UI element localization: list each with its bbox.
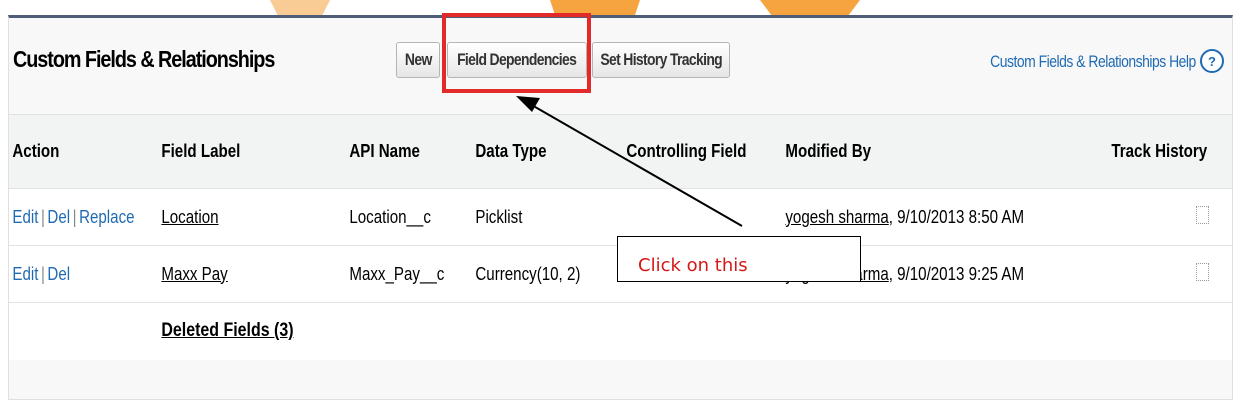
help-icon[interactable]: ? <box>1200 49 1224 73</box>
replace-link[interactable]: Replace <box>79 207 134 227</box>
table-header-row: Action Field Label API Name Data Type Co… <box>9 114 1232 189</box>
track-history-cell <box>1107 188 1232 246</box>
field-label-cell: Maxx Pay <box>158 245 347 303</box>
new-button[interactable]: New <box>396 42 440 78</box>
column-header-api-name[interactable]: API Name <box>346 114 473 189</box>
field-dependencies-highlight-box <box>442 13 591 93</box>
track-history-checkbox[interactable] <box>1195 205 1209 224</box>
modified-by-time: , 9/10/2013 8:50 AM <box>889 206 1025 227</box>
set-history-tracking-button[interactable]: Set History Tracking <box>592 42 730 78</box>
field-label-link[interactable]: Location <box>162 207 219 227</box>
field-label-cell: Location <box>158 188 347 246</box>
delete-link[interactable]: Del <box>47 264 70 284</box>
action-cell: Edit | Del | Replace <box>9 188 159 246</box>
deleted-fields-link[interactable]: Deleted Fields (3) <box>162 320 294 341</box>
column-header-modified-by[interactable]: Modified By <box>782 114 1108 189</box>
help-link[interactable]: Custom Fields & Relationships Help <box>990 52 1196 72</box>
data-type-cell: Picklist <box>472 188 624 246</box>
deleted-fields-row: Deleted Fields (3) <box>9 302 1232 360</box>
annotation-callout: Click on this <box>617 236 861 282</box>
column-header-action[interactable]: Action <box>9 114 159 189</box>
edit-link[interactable]: Edit <box>12 207 38 227</box>
column-header-field-label[interactable]: Field Label <box>158 114 347 189</box>
deleted-fields-cell: Deleted Fields (3) <box>158 302 1232 360</box>
field-label-link[interactable]: Maxx Pay <box>162 264 228 284</box>
section-header: Custom Fields & Relationships New Field … <box>9 13 1232 116</box>
edit-link[interactable]: Edit <box>12 264 38 284</box>
track-history-checkbox[interactable] <box>1195 262 1209 281</box>
api-name-cell: Maxx_Pay__c <box>346 245 473 303</box>
data-type-cell: Currency(10, 2) <box>472 245 624 303</box>
modified-by-time: , 9/10/2013 9:25 AM <box>889 263 1025 284</box>
section-title: Custom Fields & Relationships <box>13 46 275 72</box>
modified-by-user-link[interactable]: yogesh sharma <box>786 207 889 227</box>
column-header-data-type[interactable]: Data Type <box>472 114 624 189</box>
action-cell: Edit | Del <box>9 245 159 303</box>
column-header-track-history[interactable]: Track History <box>1107 114 1232 189</box>
delete-link[interactable]: Del <box>47 207 70 227</box>
custom-fields-section: Custom Fields & Relationships New Field … <box>8 13 1233 400</box>
api-name-cell: Location__c <box>346 188 473 246</box>
track-history-cell <box>1107 245 1232 303</box>
column-header-controlling-field[interactable]: Controlling Field <box>623 114 783 189</box>
